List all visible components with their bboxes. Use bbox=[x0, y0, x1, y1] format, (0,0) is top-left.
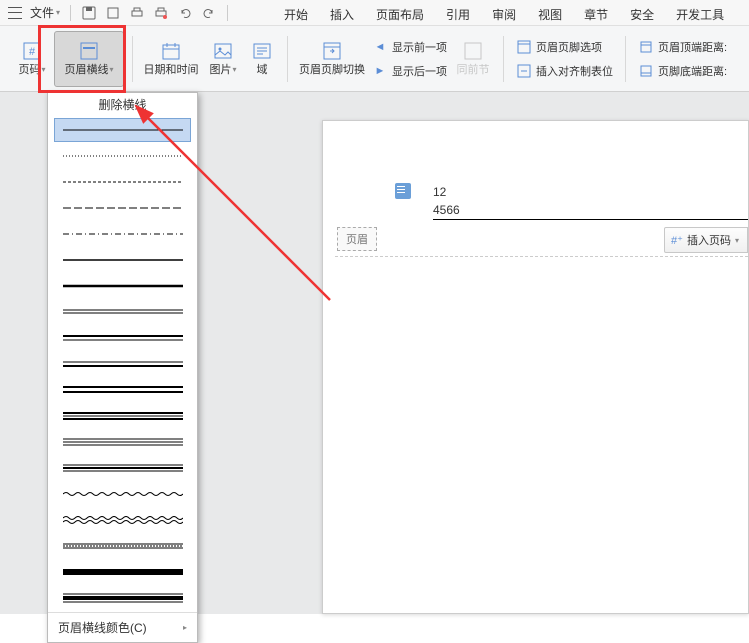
line-style-14[interactable] bbox=[54, 456, 191, 480]
tab-review[interactable]: 审阅 bbox=[488, 4, 520, 25]
line-style-7[interactable] bbox=[54, 274, 191, 298]
print-icon[interactable] bbox=[128, 4, 146, 22]
document-page: 12 4566 页眉 #⁺ 插入页码 ▾ bbox=[322, 120, 749, 614]
line-color-option[interactable]: 页眉横线颜色(C) ▸ bbox=[48, 612, 197, 642]
line-style-8[interactable] bbox=[54, 300, 191, 324]
dist-top-icon bbox=[638, 39, 654, 55]
chevron-down-icon: ▾ bbox=[735, 236, 739, 245]
date-time-button[interactable]: 日期和时间 bbox=[141, 31, 201, 87]
hash-icon: # bbox=[21, 40, 43, 62]
chevron-right-icon: ▸ bbox=[183, 623, 187, 632]
tab-developer[interactable]: 开发工具 bbox=[672, 4, 728, 25]
same-prev-button[interactable]: 同前节 bbox=[451, 31, 495, 87]
field-button[interactable]: 域 bbox=[245, 31, 279, 87]
tab-security[interactable]: 安全 bbox=[626, 4, 658, 25]
insert-align-button[interactable]: 插入对齐制表位 bbox=[512, 59, 617, 83]
file-menu[interactable]: 文件▾ bbox=[30, 4, 60, 21]
print-preview-icon[interactable] bbox=[104, 4, 122, 22]
insert-page-number-button[interactable]: #⁺ 插入页码 ▾ bbox=[664, 227, 748, 253]
switch-icon bbox=[321, 40, 343, 62]
hdr-top-dist-button[interactable]: 页眉顶端距离: bbox=[634, 35, 731, 59]
hf-switch-button[interactable]: 页眉页脚切换 bbox=[296, 31, 368, 87]
line-style-3[interactable] bbox=[54, 170, 191, 194]
hash-small-icon: #⁺ bbox=[671, 234, 683, 247]
line-style-1[interactable] bbox=[54, 118, 191, 142]
show-prev-button[interactable]: ◄显示前一项 bbox=[368, 35, 451, 59]
picture-button[interactable]: 图片▾ bbox=[201, 31, 245, 87]
line-style-11[interactable] bbox=[54, 378, 191, 402]
menu-icon[interactable] bbox=[8, 7, 22, 19]
undo-icon[interactable] bbox=[176, 4, 194, 22]
show-next-button[interactable]: ►显示后一项 bbox=[368, 59, 451, 83]
ftr-bot-dist-button[interactable]: 页脚底端距离: bbox=[634, 59, 731, 83]
tab-home[interactable]: 开始 bbox=[280, 4, 312, 25]
field-icon bbox=[251, 40, 273, 62]
image-icon bbox=[212, 40, 234, 62]
header-line-icon bbox=[78, 40, 100, 62]
line-style-13[interactable] bbox=[54, 430, 191, 454]
print-direct-icon[interactable] bbox=[152, 4, 170, 22]
page-number-button[interactable]: # 页码▾ bbox=[10, 31, 54, 87]
header-line-button[interactable]: 页眉横线▾ bbox=[54, 31, 124, 87]
line-style-5[interactable] bbox=[54, 222, 191, 246]
tab-view[interactable]: 视图 bbox=[534, 4, 566, 25]
save-icon[interactable] bbox=[80, 4, 98, 22]
header-text-1[interactable]: 12 bbox=[433, 183, 748, 201]
line-style-12[interactable] bbox=[54, 404, 191, 428]
header-doc-icon bbox=[395, 183, 411, 199]
dist-bot-icon bbox=[638, 63, 654, 79]
line-style-6[interactable] bbox=[54, 248, 191, 272]
tab-insert[interactable]: 插入 bbox=[326, 4, 358, 25]
header-line-dropdown: 删除横线 页眉横线颜色(C) ▸ bbox=[47, 92, 198, 643]
line-style-10[interactable] bbox=[54, 352, 191, 376]
redo-icon[interactable] bbox=[200, 4, 218, 22]
svg-text:#: # bbox=[29, 46, 36, 58]
line-style-19[interactable] bbox=[54, 586, 191, 610]
header-tag: 页眉 bbox=[337, 227, 377, 251]
options-icon bbox=[516, 39, 532, 55]
line-style-16[interactable] bbox=[54, 508, 191, 532]
tab-sections[interactable]: 章节 bbox=[580, 4, 612, 25]
header-text-2[interactable]: 4566 bbox=[433, 201, 748, 220]
tab-layout[interactable]: 页面布局 bbox=[372, 4, 428, 25]
line-style-2[interactable] bbox=[54, 144, 191, 168]
dropdown-title: 删除横线 bbox=[48, 93, 197, 116]
tab-icon bbox=[516, 63, 532, 79]
line-style-17[interactable] bbox=[54, 534, 191, 558]
line-style-4[interactable] bbox=[54, 196, 191, 220]
next-icon: ► bbox=[372, 63, 388, 79]
prev-icon: ◄ bbox=[372, 39, 388, 55]
line-style-18[interactable] bbox=[54, 560, 191, 584]
ribbon: # 页码▾ 页眉横线▾ 日期和时间 图片▾ 域 页眉页脚切换 ◄显示前一项 ► bbox=[0, 26, 749, 92]
line-style-9[interactable] bbox=[54, 326, 191, 350]
line-style-15[interactable] bbox=[54, 482, 191, 506]
chevron-down-icon: ▾ bbox=[56, 8, 60, 17]
hf-options-button[interactable]: 页眉页脚选项 bbox=[512, 35, 617, 59]
tab-references[interactable]: 引用 bbox=[442, 4, 474, 25]
calendar-icon bbox=[160, 40, 182, 62]
link-icon bbox=[462, 40, 484, 62]
